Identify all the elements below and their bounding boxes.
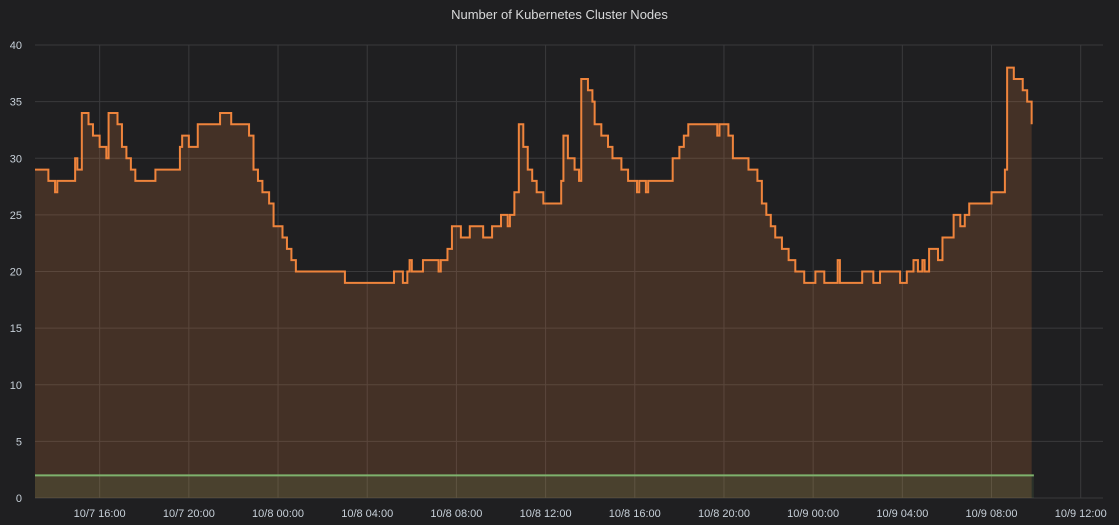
series-area-1 — [35, 475, 1034, 498]
series-area-0 — [35, 67, 1032, 499]
x-tick-label: 10/9 04:00 — [876, 508, 928, 520]
y-tick-label: 0 — [16, 493, 22, 505]
x-tick-label: 10/8 04:00 — [341, 508, 393, 520]
y-axis: 0 5 10 15 20 25 30 35 40 — [10, 40, 22, 505]
x-tick-label: 10/8 16:00 — [609, 508, 661, 520]
y-tick-label: 30 — [10, 153, 22, 165]
x-axis: 10/7 16:00 10/7 20:00 10/8 00:00 10/8 04:00… — [74, 508, 1107, 520]
y-tick-label: 20 — [10, 267, 22, 279]
series-layer — [35, 66, 1034, 499]
x-tick-label: 10/8 12:00 — [520, 508, 572, 520]
y-tick-label: 35 — [10, 97, 22, 109]
x-tick-label: 10/8 08:00 — [430, 508, 482, 520]
x-tick-label: 10/8 00:00 — [252, 508, 304, 520]
x-tick-label: 10/9 00:00 — [787, 508, 839, 520]
y-tick-label: 10 — [10, 380, 22, 392]
x-tick-label: 10/7 20:00 — [163, 508, 215, 520]
chart-panel: Number of Kubernetes Cluster Nodes 0 5 10 1… — [0, 0, 1119, 525]
x-tick-label: 10/7 16:00 — [74, 508, 126, 520]
x-tick-label: 10/8 20:00 — [698, 508, 750, 520]
y-tick-label: 40 — [10, 40, 22, 52]
y-tick-label: 15 — [10, 323, 22, 335]
y-tick-label: 25 — [10, 210, 22, 222]
y-tick-label: 5 — [16, 436, 22, 448]
x-tick-label: 10/9 08:00 — [966, 508, 1018, 520]
x-tick-label: 10/9 12:00 — [1055, 508, 1107, 520]
chart-svg: 0510152025303540 10/7 16:00 10/7 20:00 10/… — [10, 40, 1107, 520]
